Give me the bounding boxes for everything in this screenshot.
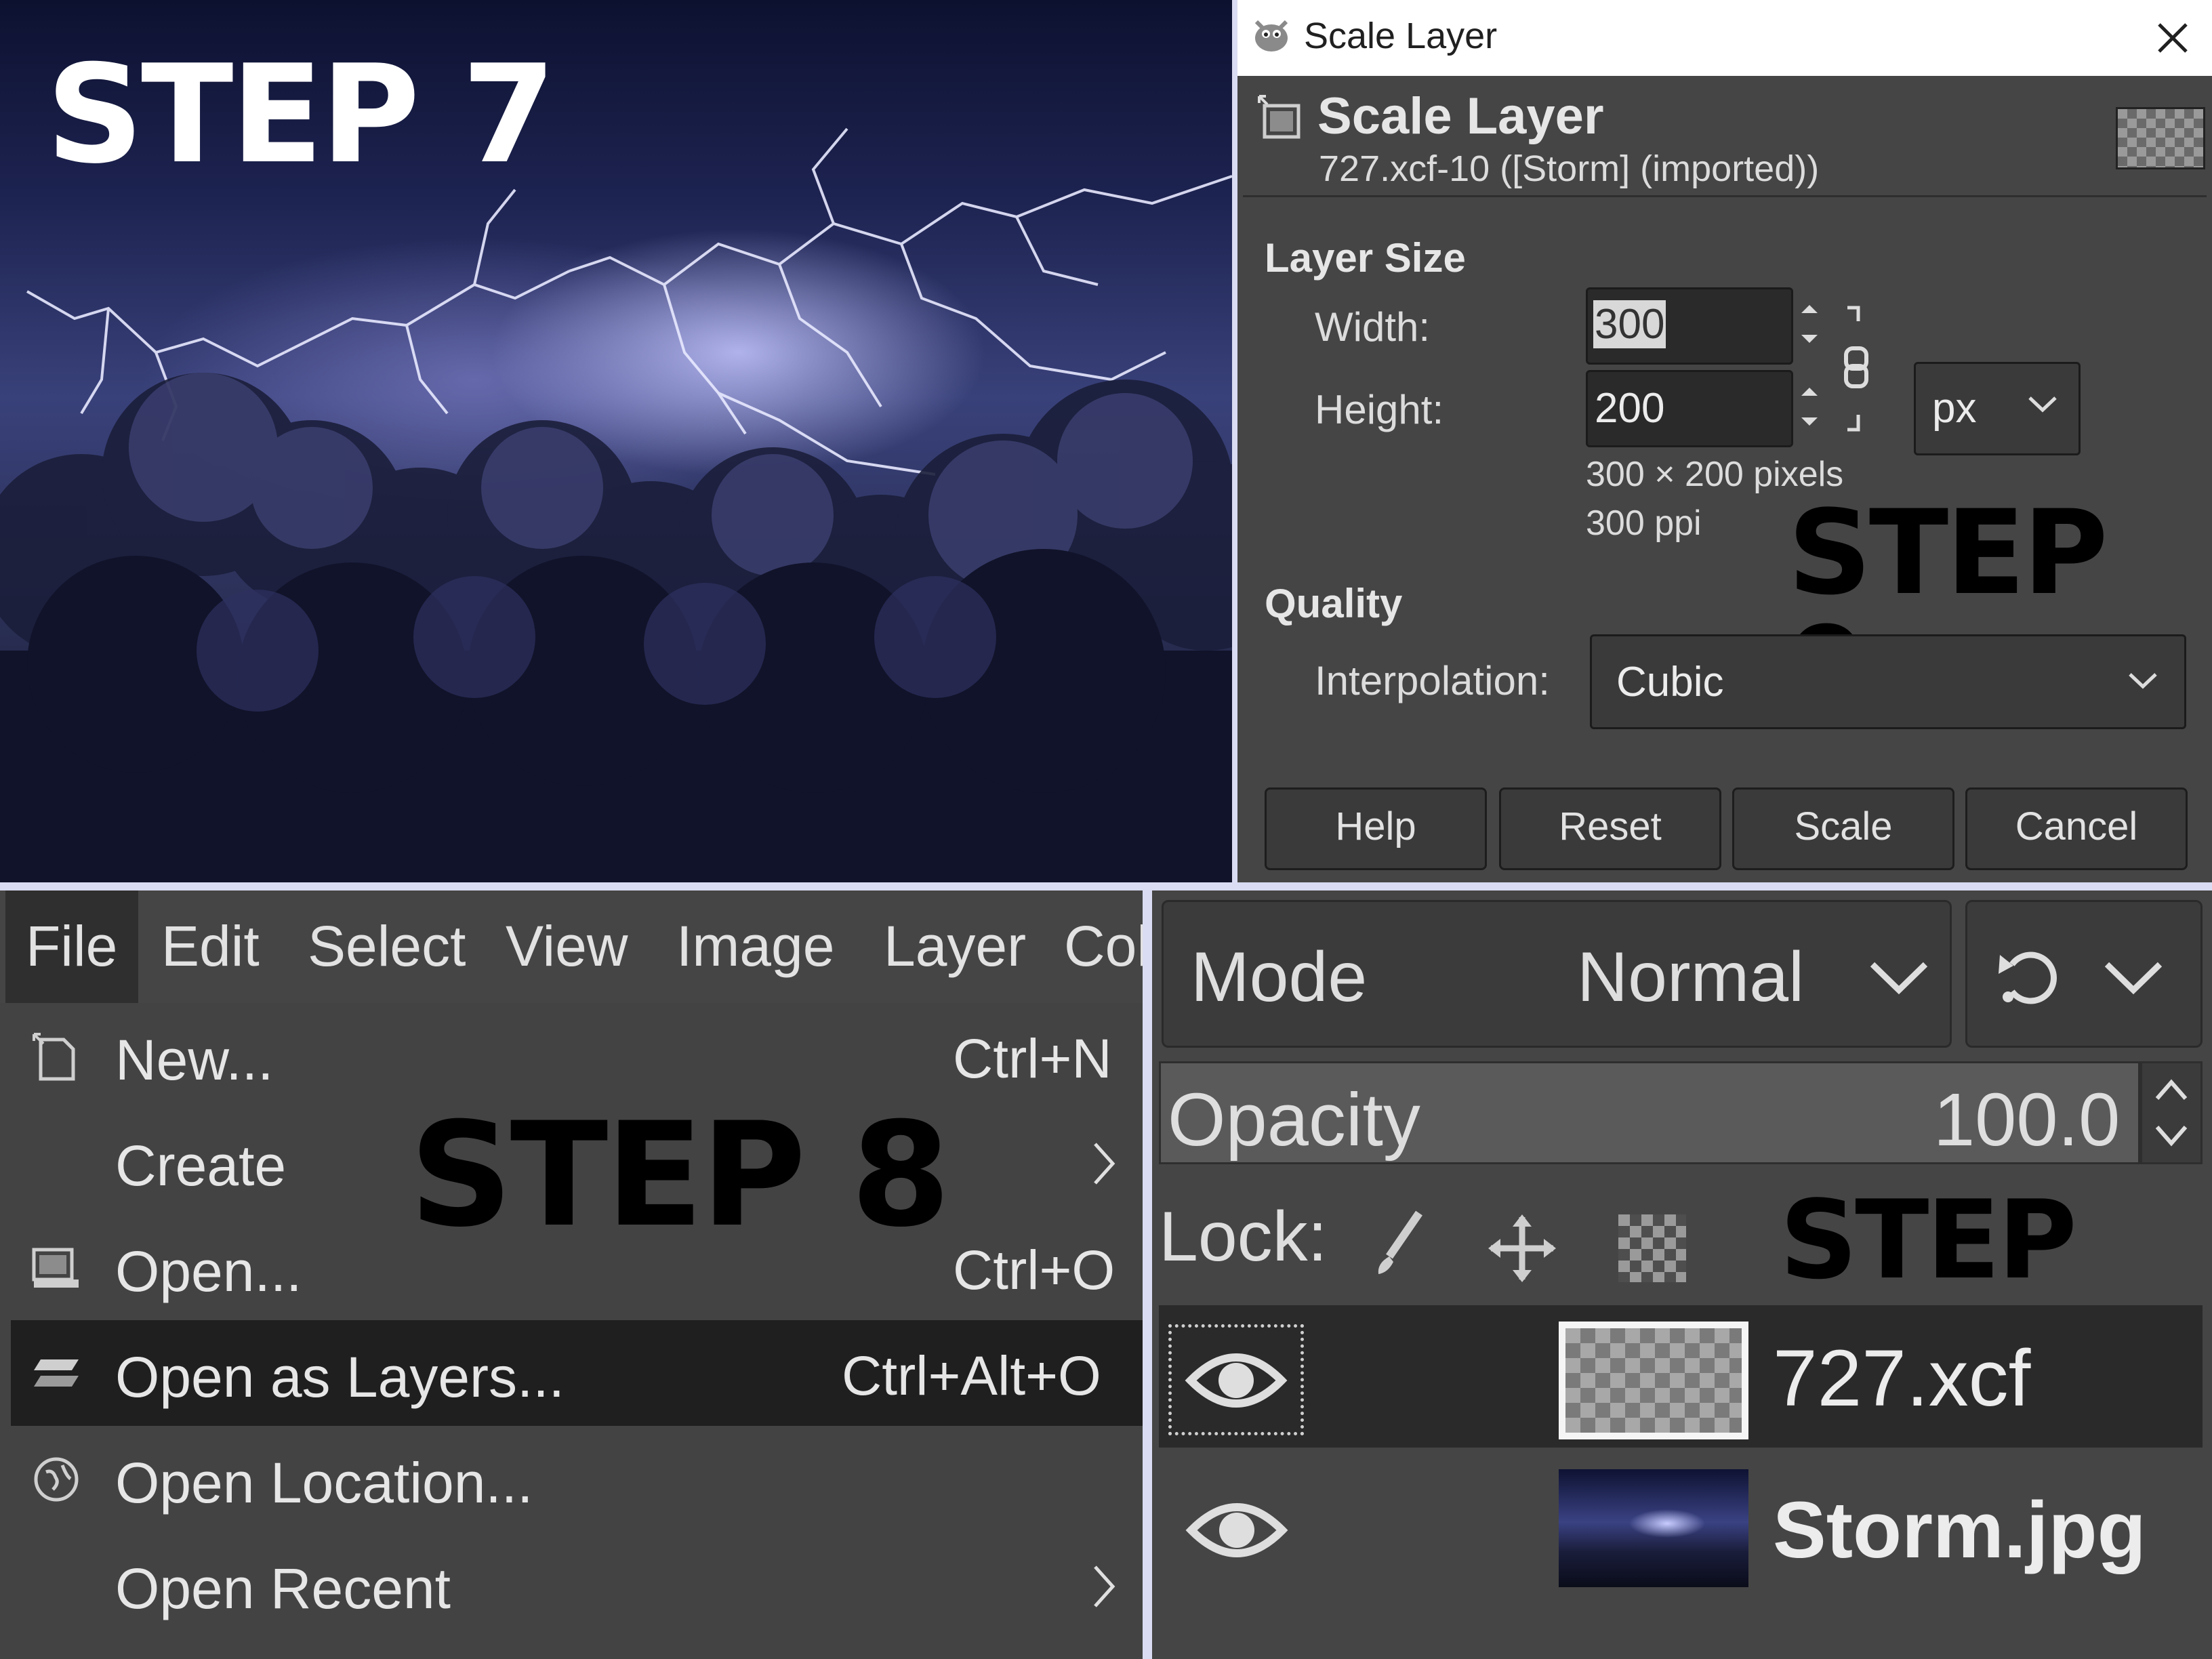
mode-value: Normal — [1577, 938, 1805, 1017]
height-value: 200 — [1595, 385, 1665, 432]
opacity-stepper[interactable] — [2140, 1061, 2203, 1164]
layer-row[interactable]: 727.xcf — [1159, 1305, 2203, 1448]
globe-icon — [33, 1456, 80, 1506]
menu-item-label: New... — [115, 1028, 274, 1092]
lock-label: Lock: — [1159, 1197, 1328, 1276]
storm-photo: STEP 7 — [0, 0, 1232, 882]
layer-thumbnail — [2116, 107, 2205, 169]
menu-item-open-location[interactable]: Open Location... — [11, 1426, 1143, 1532]
menu-item-label: Create — [115, 1134, 287, 1197]
visibility-eye-icon[interactable] — [1172, 1477, 1301, 1584]
menu-item-label: Open... — [115, 1240, 302, 1303]
layers-icon — [31, 1355, 81, 1396]
help-button[interactable]: Help — [1265, 787, 1487, 870]
height-field[interactable]: 200 — [1586, 370, 1793, 447]
menu-item-shortcut: Ctrl+N — [953, 1028, 1112, 1090]
width-field[interactable]: 300 — [1586, 287, 1793, 365]
new-document-icon — [31, 1031, 79, 1086]
scale-layer-dialog: Scale Layer Scale Layer 727.xcf-10 ([Sto… — [1237, 0, 2212, 882]
layers-panel: Mode Normal Opacity 100.0 Lock: STEP 10 — [1152, 890, 2212, 1659]
dialog-header-title: Scale Layer — [1317, 87, 1604, 145]
width-value: 300 — [1593, 300, 1666, 348]
lock-pixels-icon[interactable] — [1372, 1209, 1426, 1279]
chevron-right-icon — [1090, 1563, 1117, 1613]
menu-item-open-as-layers[interactable]: Open as Layers... Ctrl+Alt+O — [11, 1320, 1143, 1426]
interpolation-label: Interpolation: — [1315, 658, 1550, 703]
menu-colors[interactable]: Col — [1064, 914, 1143, 979]
visibility-eye-icon[interactable] — [1168, 1324, 1304, 1435]
chevron-right-icon — [1090, 1140, 1117, 1190]
height-stepper[interactable] — [1793, 373, 1826, 441]
dialog-header-subtitle: 727.xcf-10 ([Storm] (imported)) — [1319, 148, 1820, 189]
chain-link-icon[interactable] — [1838, 301, 1875, 436]
cancel-button[interactable]: Cancel — [1965, 787, 2188, 870]
opacity-label: Opacity — [1168, 1078, 1420, 1162]
scale-button[interactable]: Scale — [1732, 787, 1954, 870]
menu-item-shortcut: Ctrl+O — [953, 1240, 1115, 1301]
chevron-down-icon — [2127, 670, 2158, 694]
menubar: File Edit Select View Image Layer Col — [0, 890, 1143, 1003]
scale-layer-icon — [1258, 95, 1301, 142]
menu-item-label: Open as Layers... — [115, 1345, 565, 1409]
menu-layer[interactable]: Layer — [884, 914, 1026, 979]
ppi-info: 300 ppi — [1586, 504, 1702, 543]
layer-thumbnail-transparent — [1559, 1322, 1748, 1439]
step8-label: STEP 8 — [409, 1091, 951, 1258]
unit-value: px — [1932, 385, 1977, 432]
width-stepper[interactable] — [1793, 290, 1826, 358]
layer-name: Storm.jpg — [1773, 1486, 2146, 1575]
layer-name: 727.xcf — [1773, 1334, 2031, 1423]
layer-size-heading: Layer Size — [1265, 235, 1466, 281]
open-image-icon — [31, 1247, 81, 1293]
chevron-down-icon — [2103, 959, 2164, 998]
header-divider — [1243, 195, 2207, 197]
menu-item-shortcut: Ctrl+Alt+O — [842, 1345, 1101, 1407]
lock-position-icon[interactable] — [1487, 1213, 1557, 1286]
mode-label: Mode — [1191, 938, 1368, 1017]
menu-select[interactable]: Select — [308, 914, 466, 979]
opacity-value: 100.0 — [1933, 1078, 2121, 1162]
menu-edit[interactable]: Edit — [161, 914, 260, 979]
window-title: Scale Layer — [1304, 16, 1498, 56]
mode-reset-selector[interactable] — [1965, 900, 2203, 1048]
mode-selector[interactable]: Mode Normal — [1162, 900, 1952, 1048]
layer-thumbnail-storm — [1559, 1469, 1748, 1587]
close-icon[interactable] — [2146, 11, 2200, 65]
gimp-icon — [1250, 12, 1293, 56]
interpolation-value: Cubic — [1616, 659, 1724, 705]
quality-heading: Quality — [1265, 581, 1403, 626]
width-label: Width: — [1315, 304, 1431, 350]
reset-mode-icon — [1992, 944, 2060, 1012]
menu-item-label: Open Location... — [115, 1451, 533, 1515]
menu-file[interactable]: File — [26, 914, 117, 979]
file-menu-screenshot: File Edit Select View Image Layer Col Ne… — [0, 890, 1143, 1659]
step7-label: STEP 7 — [46, 36, 556, 194]
opacity-slider[interactable]: Opacity 100.0 — [1159, 1061, 2140, 1164]
height-label: Height: — [1315, 387, 1444, 432]
menu-image[interactable]: Image — [676, 914, 834, 979]
menu-item-label: Open Recent — [115, 1557, 451, 1620]
reset-button[interactable]: Reset — [1499, 787, 1721, 870]
menu-item-open-recent[interactable]: Open Recent — [11, 1532, 1143, 1637]
layer-row[interactable]: Storm.jpg — [1159, 1453, 2203, 1595]
chevron-down-icon — [1868, 959, 1929, 998]
menu-view[interactable]: View — [506, 914, 628, 979]
interpolation-select[interactable]: Cubic — [1590, 634, 2186, 729]
unit-select[interactable]: px — [1914, 362, 2081, 455]
lock-alpha-icon[interactable] — [1618, 1214, 1686, 1282]
dialog-titlebar: Scale Layer — [1237, 0, 2212, 76]
chevron-down-icon — [2027, 394, 2058, 417]
